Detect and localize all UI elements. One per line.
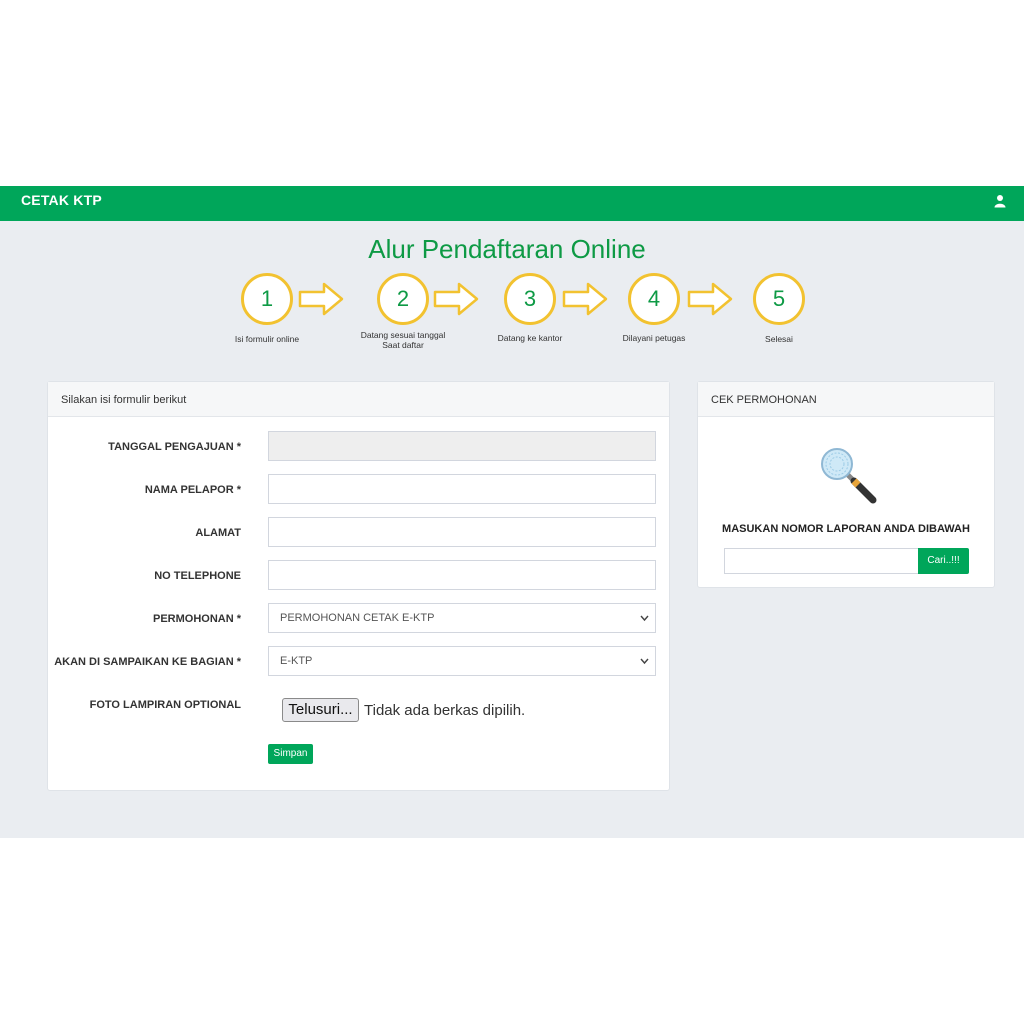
step-2-label-line2: Saat daftar xyxy=(382,340,424,350)
top-navbar: CETAK KTP xyxy=(0,186,1024,221)
step-1-label: Isi formulir online xyxy=(234,334,300,344)
form-panel-heading: Silakan isi formulir berikut xyxy=(48,382,669,417)
step-5-circle: 5 xyxy=(753,273,805,325)
magnifier-icon xyxy=(821,448,877,504)
step-1-circle: 1 xyxy=(241,273,293,325)
chevron-down-icon xyxy=(640,658,649,665)
file-browse-button[interactable]: Telusuri... xyxy=(282,698,359,722)
file-status-text: Tidak ada berkas dipilih. xyxy=(364,702,526,719)
step-5-label: Selesai xyxy=(765,334,793,344)
step-4-circle: 4 xyxy=(628,273,680,325)
step-3-number: 3 xyxy=(523,286,537,311)
telephone-input[interactable] xyxy=(268,560,656,590)
bagian-select-value: E-KTP xyxy=(280,655,313,667)
cek-permohonan-panel: CEK PERMOHONAN MASUKAN NOMOR LAPORAN AND… xyxy=(697,381,995,588)
permohonan-select[interactable]: PERMOHONAN CETAK E-KTP xyxy=(268,603,656,633)
brand-title[interactable]: CETAK KTP xyxy=(21,192,102,208)
cari-button[interactable]: Cari..!!! xyxy=(918,548,969,574)
cek-instruction: MASUKAN NOMOR LAPORAN ANDA DIBAWAH xyxy=(722,523,970,535)
step-3-label: Datang ke kantor xyxy=(497,333,563,343)
step-3-circle: 3 xyxy=(504,273,556,325)
user-icon[interactable] xyxy=(994,194,1006,208)
nama-label: NAMA PELAPOR * xyxy=(144,484,241,496)
tanggal-label: TANGGAL PENGAJUAN * xyxy=(108,441,241,453)
cek-panel-heading: CEK PERMOHONAN xyxy=(698,382,994,417)
nomor-laporan-input[interactable] xyxy=(724,548,919,574)
bagian-select[interactable]: E-KTP xyxy=(268,646,656,676)
foto-label: FOTO LAMPIRAN OPTIONAL xyxy=(89,699,241,711)
arrow-right-icon xyxy=(433,282,479,316)
simpan-button[interactable]: Simpan xyxy=(268,744,313,764)
form-panel: Silakan isi formulir berikut TANGGAL PEN… xyxy=(47,381,670,791)
step-2-label: Datang sesuai tanggal Saat daftar xyxy=(343,330,463,350)
alamat-input[interactable] xyxy=(268,517,656,547)
permohonan-select-value: PERMOHONAN CETAK E-KTP xyxy=(280,612,435,624)
step-2-circle: 2 xyxy=(377,273,429,325)
arrow-right-icon xyxy=(562,282,608,316)
app-content: CETAK KTP Alur Pendaftaran Online 1 2 3 … xyxy=(0,186,1024,838)
step-1-number: 1 xyxy=(260,286,274,311)
chevron-down-icon xyxy=(640,615,649,622)
arrow-right-icon xyxy=(298,282,344,316)
step-2-number: 2 xyxy=(396,286,410,311)
step-4-number: 4 xyxy=(647,286,661,311)
tanggal-pengajuan-input[interactable] xyxy=(268,431,656,461)
flow-title: Alur Pendaftaran Online xyxy=(368,234,646,264)
step-4-label: Dilayani petugas xyxy=(622,333,686,343)
nama-pelapor-input[interactable] xyxy=(268,474,656,504)
step-5-number: 5 xyxy=(772,286,786,311)
alamat-label: ALAMAT xyxy=(195,527,241,539)
permohonan-label: PERMOHONAN * xyxy=(152,613,241,625)
telephone-label: NO TELEPHONE xyxy=(154,570,241,582)
step-2-label-line1: Datang sesuai tanggal xyxy=(360,330,446,340)
bagian-label: AKAN DI SAMPAIKAN KE BAGIAN * xyxy=(54,656,241,668)
arrow-right-icon xyxy=(687,282,733,316)
